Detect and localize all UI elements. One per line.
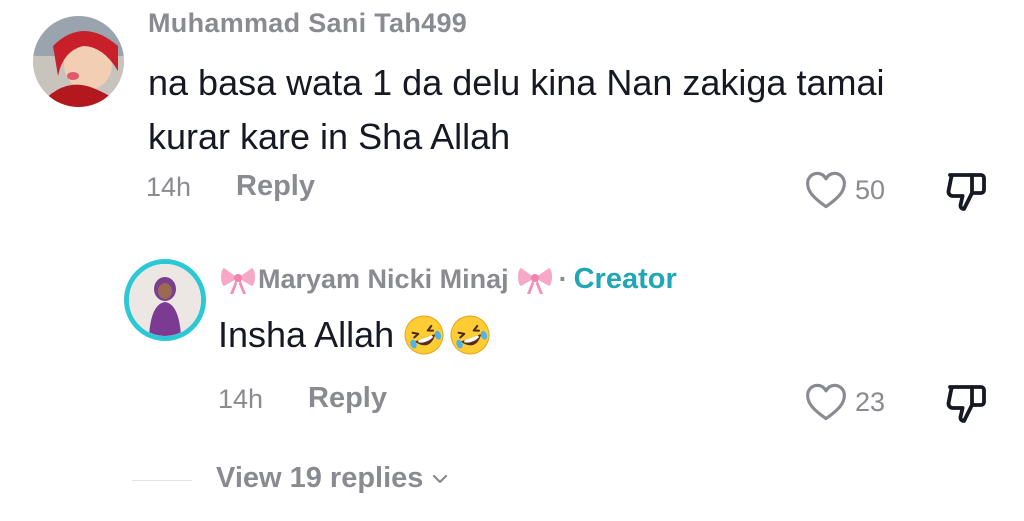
comment-timestamp: 14h: [146, 172, 192, 202]
reply-timestamp: 14h: [218, 384, 264, 414]
reply-button[interactable]: Reply: [236, 170, 315, 203]
reply-comment: Insha Allah: [218, 310, 492, 360]
comment-text: na basa wata 1 da delu kina Nan zakiga t…: [148, 62, 885, 157]
view-replies-label: View 19 replies: [216, 462, 424, 494]
reply-button[interactable]: Reply: [308, 382, 387, 415]
laughing-emoji-icon: [404, 315, 444, 355]
chevron-down-icon: [433, 474, 448, 483]
reply-text: Insha Allah: [218, 314, 395, 355]
like-count: 23: [855, 386, 886, 417]
dislike-button[interactable]: [942, 379, 990, 427]
ribbon-icon: [221, 267, 255, 294]
divider: [132, 480, 192, 481]
thumbs-down-icon: [946, 173, 986, 211]
view-replies-button[interactable]: View 19 replies: [216, 462, 451, 495]
comment-thread: Muhammad Sani Tah499 na basa wata 1 da d…: [0, 0, 1024, 521]
separator-dot: ·: [558, 264, 568, 294]
avatar-image: [129, 264, 201, 336]
thumbs-down-icon: [946, 385, 986, 423]
comment-username[interactable]: Muhammad Sani Tah499: [148, 8, 467, 39]
heart-icon: [806, 383, 846, 421]
creator-badge: Creator: [573, 263, 677, 295]
dislike-button[interactable]: [942, 167, 990, 215]
avatar[interactable]: [33, 16, 124, 107]
ribbon-icon: [517, 267, 552, 294]
creator-username[interactable]: Maryam Nicki Minaj: [258, 264, 509, 295]
laughing-emoji-icon: [450, 315, 490, 355]
avatar-image: [33, 16, 124, 107]
like-button[interactable]: 23: [805, 380, 885, 424]
creator-avatar[interactable]: [124, 259, 206, 341]
like-count: 50: [855, 174, 886, 205]
creator-username-row: Maryam Nicki Minaj · Creator: [218, 263, 677, 296]
like-button[interactable]: 50: [805, 168, 885, 212]
heart-icon: [806, 171, 846, 209]
